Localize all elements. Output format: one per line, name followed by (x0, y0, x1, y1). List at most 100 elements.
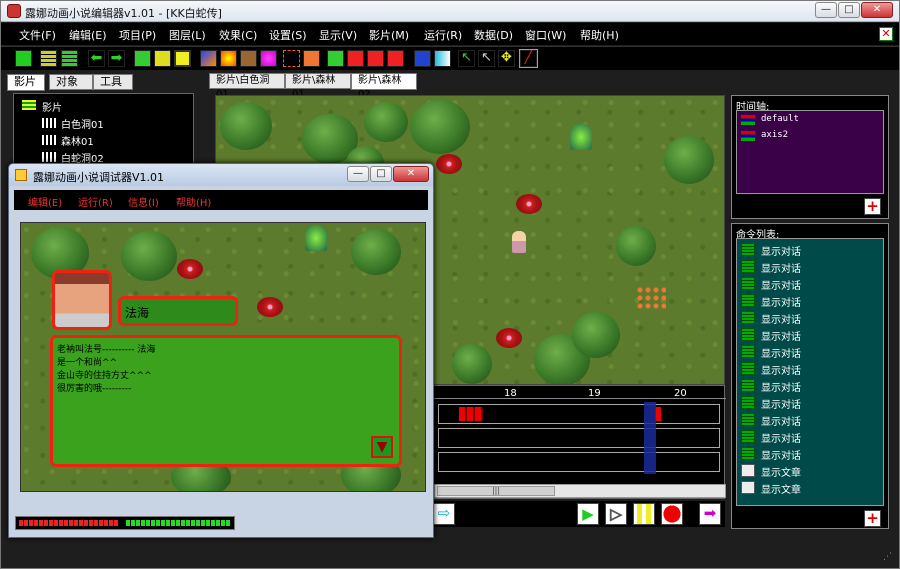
paste-icon[interactable] (174, 50, 191, 67)
command-label: 显示对话 (761, 264, 801, 275)
text-tool-icon[interactable] (303, 50, 320, 67)
effect-fire-icon[interactable] (220, 50, 237, 67)
playhead[interactable] (644, 402, 656, 474)
resize-grip-icon[interactable]: ⋰ (883, 552, 895, 564)
add-point-icon[interactable] (414, 50, 431, 67)
menu-effect[interactable]: 效果(C) (219, 27, 257, 43)
copy-icon[interactable] (154, 50, 171, 67)
command-list-item[interactable]: 显示对话 (741, 309, 881, 326)
command-list-item[interactable]: 显示对话 (741, 258, 881, 275)
timeline-track[interactable] (438, 404, 720, 424)
save-file-icon[interactable] (61, 50, 78, 67)
debugger-menu-help[interactable]: 帮助(H) (176, 194, 211, 209)
open-file-icon[interactable] (40, 50, 57, 67)
menu-file[interactable]: 文件(F) (19, 27, 56, 43)
undo-icon[interactable] (134, 50, 151, 67)
command-list-item[interactable]: 显示对话 (741, 292, 881, 309)
menu-run[interactable]: 运行(R) (424, 27, 462, 43)
tree-root[interactable]: 影片 (42, 99, 62, 114)
timeline-track[interactable] (438, 428, 720, 448)
debugger-maximize-button[interactable]: □ (370, 166, 392, 182)
command-label: 显示文章 (761, 468, 801, 479)
debugger-close-button[interactable]: ✕ (393, 166, 429, 182)
next-frame-arrow-icon[interactable]: ⇨ (433, 503, 455, 525)
menu-close-icon[interactable]: ✕ (879, 27, 893, 41)
debugger-menu-run[interactable]: 运行(R) (78, 194, 113, 209)
layer-1-icon[interactable] (327, 50, 344, 67)
menu-view[interactable]: 显示(V) (319, 27, 357, 43)
menu-data[interactable]: 数据(D) (474, 27, 513, 43)
select-region-icon[interactable] (283, 50, 300, 67)
camera-icon[interactable] (260, 50, 277, 67)
new-file-icon[interactable] (15, 50, 32, 67)
command-list-item[interactable]: 显示对话 (741, 360, 881, 377)
minimize-button[interactable]: — (815, 2, 837, 18)
keyframe-block[interactable] (459, 407, 483, 421)
add-command-button[interactable]: + (864, 510, 881, 527)
next-dialog-arrow-icon[interactable]: ▼ (371, 436, 393, 458)
status-meter-green (126, 520, 230, 526)
layer-4-icon[interactable] (387, 50, 404, 67)
debugger-minimize-button[interactable]: — (347, 166, 369, 182)
arrow-left-icon[interactable]: ⬅ (88, 50, 105, 67)
command-list-item[interactable]: 显示文章 (741, 479, 881, 496)
command-list-item[interactable]: 显示对话 (741, 326, 881, 343)
menu-movie[interactable]: 影片(M) (369, 27, 409, 43)
command-list-item[interactable]: 显示对话 (741, 377, 881, 394)
menu-window[interactable]: 窗口(W) (525, 27, 566, 43)
forward-arrow-icon[interactable]: ➡ (699, 503, 721, 525)
close-button[interactable]: ✕ (861, 2, 893, 18)
doc-tab-forest-02[interactable]: 影片\森林02 (351, 73, 417, 100)
scrollbar-thumb[interactable]: ||| (437, 486, 555, 496)
command-list-item[interactable]: 显示对话 (741, 394, 881, 411)
menu-settings[interactable]: 设置(S) (269, 27, 307, 43)
pointer-gray-icon[interactable]: ↖ (478, 50, 495, 67)
line-tool-icon[interactable]: ╱ (519, 49, 538, 68)
add-axis-button[interactable]: + (864, 198, 881, 215)
play-icon[interactable]: ▶ (577, 503, 599, 525)
timeline-scrollbar[interactable]: ||| (434, 484, 726, 498)
command-label: 显示对话 (761, 400, 801, 411)
axis-item-axis2[interactable]: axis2 (761, 130, 788, 140)
tab-object[interactable]: 对象 (49, 74, 93, 90)
stop-icon[interactable] (661, 503, 683, 525)
pointer-green-icon[interactable]: ↖ (458, 50, 475, 67)
axis-item-default[interactable]: default (761, 114, 799, 124)
layer-2-icon[interactable] (347, 50, 364, 67)
timeline-track[interactable] (438, 452, 720, 472)
bottle-icon[interactable] (434, 50, 451, 67)
doc-tab-white-cave-01[interactable]: 影片\白色洞01 (209, 73, 285, 100)
monk-character-sprite[interactable] (512, 231, 526, 253)
step-icon[interactable]: ▷ (605, 503, 627, 525)
command-label: 显示对话 (761, 434, 801, 445)
menu-help[interactable]: 帮助(H) (580, 27, 619, 43)
layer-3-icon[interactable] (367, 50, 384, 67)
debugger-status-bar (15, 516, 235, 530)
dialog-line: 是一个和尚^^ (57, 358, 118, 368)
menu-edit[interactable]: 编辑(E) (69, 27, 107, 43)
debugger-menu-edit[interactable]: 编辑(E) (28, 194, 62, 209)
tree-item-white-cave-01[interactable]: 白色洞01 (61, 116, 104, 131)
doc-tab-forest-01[interactable]: 影片\森林01 (285, 73, 351, 100)
command-list-item[interactable]: 显示对话 (741, 428, 881, 445)
debugger-preview[interactable]: 法海 老衲叫法号---------- 法海 是一个和尚^^ 金山寺的住持方丈^^… (20, 222, 426, 492)
tab-tools[interactable]: 工具 (93, 74, 133, 90)
command-list-item[interactable]: 显示对话 (741, 241, 881, 258)
command-list-item[interactable]: 显示对话 (741, 411, 881, 428)
command-list-item[interactable]: 显示文章 (741, 462, 881, 479)
command-list-item[interactable]: 显示对话 (741, 275, 881, 292)
pause-icon[interactable] (633, 503, 655, 525)
effect-wave-icon[interactable] (200, 50, 217, 67)
move-icon[interactable]: ✥ (498, 50, 515, 67)
command-list-item[interactable]: 显示对话 (741, 343, 881, 360)
tree-item-forest-01[interactable]: 森林01 (61, 133, 94, 148)
command-list: 显示对话 显示对话 显示对话 显示对话 显示对话 显示对话 显示对话 显示对话 显示对话 显示对话… (736, 238, 884, 506)
menu-project[interactable]: 项目(P) (119, 27, 156, 43)
maximize-button[interactable]: □ (838, 2, 860, 18)
command-list-item[interactable]: 显示对话 (741, 445, 881, 462)
tab-movie[interactable]: 影片 (7, 74, 45, 91)
debugger-menu-info[interactable]: 信息(I) (128, 194, 159, 209)
arrow-right-icon[interactable]: ➡ (108, 50, 125, 67)
menu-layer[interactable]: 图层(L) (169, 27, 206, 43)
character-icon[interactable] (240, 50, 257, 67)
